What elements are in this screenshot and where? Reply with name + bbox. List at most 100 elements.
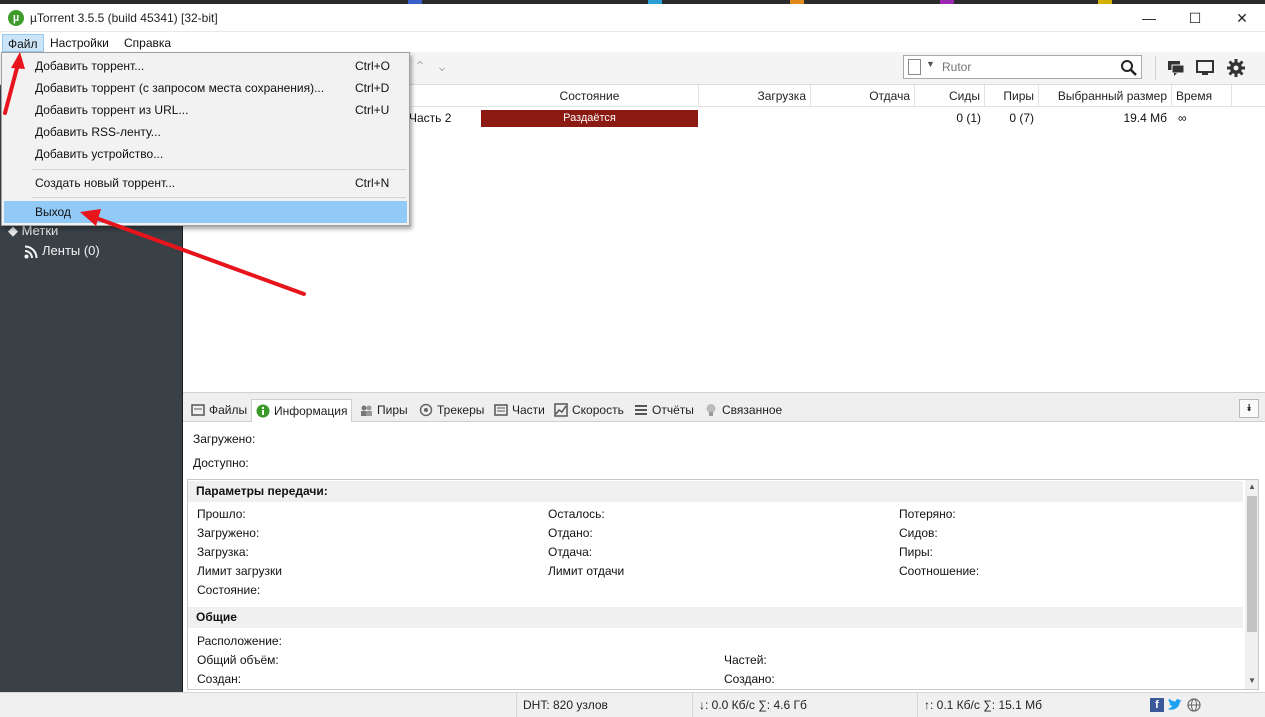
column-peers[interactable]: Пиры: [985, 85, 1039, 107]
created-on-label: Создан:: [197, 672, 242, 686]
info-icon: [256, 404, 270, 418]
torrent-peers: 0 (7): [1009, 111, 1034, 125]
info-panel: Загружено: Доступно: Параметры передачи:…: [183, 422, 1265, 692]
chevron-down-icon[interactable]: ▼: [926, 59, 935, 69]
state-label: Состояние:: [197, 583, 261, 597]
scroll-up-icon[interactable]: ▲: [1248, 482, 1256, 491]
status-bar: DHT: 820 узлов ↓: 0.0 Кб/с ∑: 4.6 Гб ↑: …: [0, 692, 1265, 717]
column-size[interactable]: Выбранный размер: [1039, 85, 1172, 107]
downloaded-label: Загружено:: [193, 432, 256, 446]
menu-item-label: Выход: [35, 205, 71, 219]
menu-item-shortcut: Ctrl+D: [355, 81, 390, 95]
file-menu-dropdown: Добавить торрент... Ctrl+O Добавить торр…: [1, 52, 410, 226]
tab-logger[interactable]: Отчёты: [630, 399, 698, 421]
facebook-icon[interactable]: f: [1150, 698, 1164, 712]
chat-icon[interactable]: [1166, 58, 1186, 78]
files-icon: [191, 404, 205, 416]
minimize-button[interactable]: —: [1126, 4, 1172, 32]
tab-pieces[interactable]: Части: [490, 399, 549, 421]
move-down-icon[interactable]: ⌄: [434, 58, 450, 76]
torrent-size: 19.4 Мб: [1123, 111, 1167, 125]
menu-separator: [32, 197, 406, 198]
menu-item-label: Добавить торрент...: [35, 59, 145, 73]
menu-file[interactable]: Файл: [2, 34, 44, 52]
tab-trackers[interactable]: Трекеры: [415, 399, 488, 421]
list-icon: [635, 405, 647, 415]
tab-related[interactable]: Связанное: [700, 399, 786, 421]
gear-icon[interactable]: [1226, 58, 1246, 78]
toolbar-divider: [1155, 56, 1156, 80]
trackers-icon: [419, 403, 433, 417]
speed-graph-icon: [554, 403, 568, 417]
sidebar-item-feeds[interactable]: Ленты (0): [42, 243, 100, 258]
menu-item-shortcut: Ctrl+O: [355, 59, 391, 73]
uploaded-label: Отдано:: [548, 526, 593, 540]
column-download[interactable]: Загрузка: [699, 85, 811, 107]
column-seeds[interactable]: Сиды: [915, 85, 985, 107]
download-speed-label: Загрузка:: [197, 545, 249, 559]
scrollbar-thumb[interactable]: [1247, 496, 1257, 632]
menu-exit[interactable]: Выход: [4, 201, 407, 223]
general-header: Общие: [188, 607, 1243, 628]
menu-add-rss-feed[interactable]: Добавить RSS-ленту...: [4, 121, 407, 143]
remaining-label: Осталось:: [548, 507, 605, 521]
ratio-label: Соотношение:: [899, 564, 980, 578]
transfer-parameters: Параметры передачи: Прошло: Загружено: З…: [187, 479, 1259, 690]
menu-add-torrent-ask-location[interactable]: Добавить торрент (с запросом места сохра…: [4, 77, 407, 99]
menu-separator: [32, 169, 406, 170]
search-input[interactable]: [942, 59, 1112, 75]
tab-label: Связанное: [722, 403, 783, 417]
globe-icon[interactable]: [1187, 698, 1201, 712]
column-time[interactable]: Время: [1172, 85, 1232, 107]
upload-speed-label: Отдача:: [548, 545, 593, 559]
menu-item-label: Добавить устройство...: [35, 147, 164, 161]
column-upload[interactable]: Отдача: [811, 85, 915, 107]
status-badge: Раздаётся: [481, 110, 698, 127]
menu-create-torrent[interactable]: Создать новый торрент... Ctrl+N: [4, 172, 407, 194]
menu-add-torrent-url[interactable]: Добавить торрент из URL... Ctrl+U: [4, 99, 407, 121]
download-status: ↓: 0.0 Кб/с ∑: 4.6 Гб: [692, 693, 917, 717]
tab-peers[interactable]: Пиры: [355, 399, 412, 421]
upload-limit-label: Лимит отдачи: [548, 564, 625, 578]
created-by-label: Создано:: [724, 672, 775, 686]
tab-speed[interactable]: Скорость: [550, 399, 628, 421]
menu-add-device[interactable]: Добавить устройство...: [4, 143, 407, 165]
menu-item-label: Добавить торрент (с запросом места сохра…: [35, 81, 325, 95]
torrent-time: ∞: [1178, 111, 1187, 125]
downloaded-amount-label: Загружено:: [197, 526, 260, 540]
search-icon[interactable]: [1120, 59, 1138, 77]
torrent-name[interactable]: Часть 2: [409, 109, 451, 127]
pieces-icon: [494, 404, 508, 416]
menu-item-shortcut: Ctrl+N: [355, 176, 390, 190]
window-title: µTorrent 3.5.5 (build 45341) [32-bit]: [30, 11, 218, 25]
collapse-panel-button[interactable]: ⯯: [1239, 399, 1259, 418]
scroll-down-icon[interactable]: ▼: [1248, 676, 1256, 685]
pieces-label: Частей:: [724, 653, 767, 667]
column-state[interactable]: Состояние: [481, 85, 699, 107]
tab-label: Информация: [274, 404, 348, 418]
menu-help[interactable]: Справка: [119, 34, 176, 52]
close-button[interactable]: ✕: [1219, 4, 1265, 32]
maximize-button[interactable]: ☐: [1172, 4, 1218, 32]
scrollbar[interactable]: ▲ ▼: [1245, 480, 1258, 689]
tab-information[interactable]: Информация: [251, 399, 353, 423]
search-provider-icon[interactable]: [908, 59, 921, 75]
total-size-label: Общий объём:: [197, 653, 279, 667]
tab-label: Файлы: [209, 403, 248, 417]
menu-item-label: Создать новый торрент...: [35, 176, 176, 190]
rss-icon: [24, 245, 38, 259]
menu-add-torrent[interactable]: Добавить торрент... Ctrl+O: [4, 55, 407, 77]
tab-label: Части: [512, 403, 545, 417]
menu-item-label: Добавить RSS-ленту...: [35, 125, 161, 139]
twitter-icon[interactable]: [1167, 698, 1183, 712]
menu-settings[interactable]: Настройки: [45, 34, 114, 52]
search-box: ▼: [903, 55, 1142, 79]
tab-label: Трекеры: [437, 403, 485, 417]
tab-label: Пиры: [377, 403, 408, 417]
seeds-label: Сидов:: [899, 526, 938, 540]
tab-files[interactable]: Файлы: [187, 399, 251, 421]
remote-monitor-icon[interactable]: [1195, 58, 1215, 78]
move-up-icon[interactable]: ⌃: [412, 58, 428, 76]
utorrent-logo-icon: µ: [8, 10, 24, 26]
peers-label: Пиры:: [899, 545, 933, 559]
